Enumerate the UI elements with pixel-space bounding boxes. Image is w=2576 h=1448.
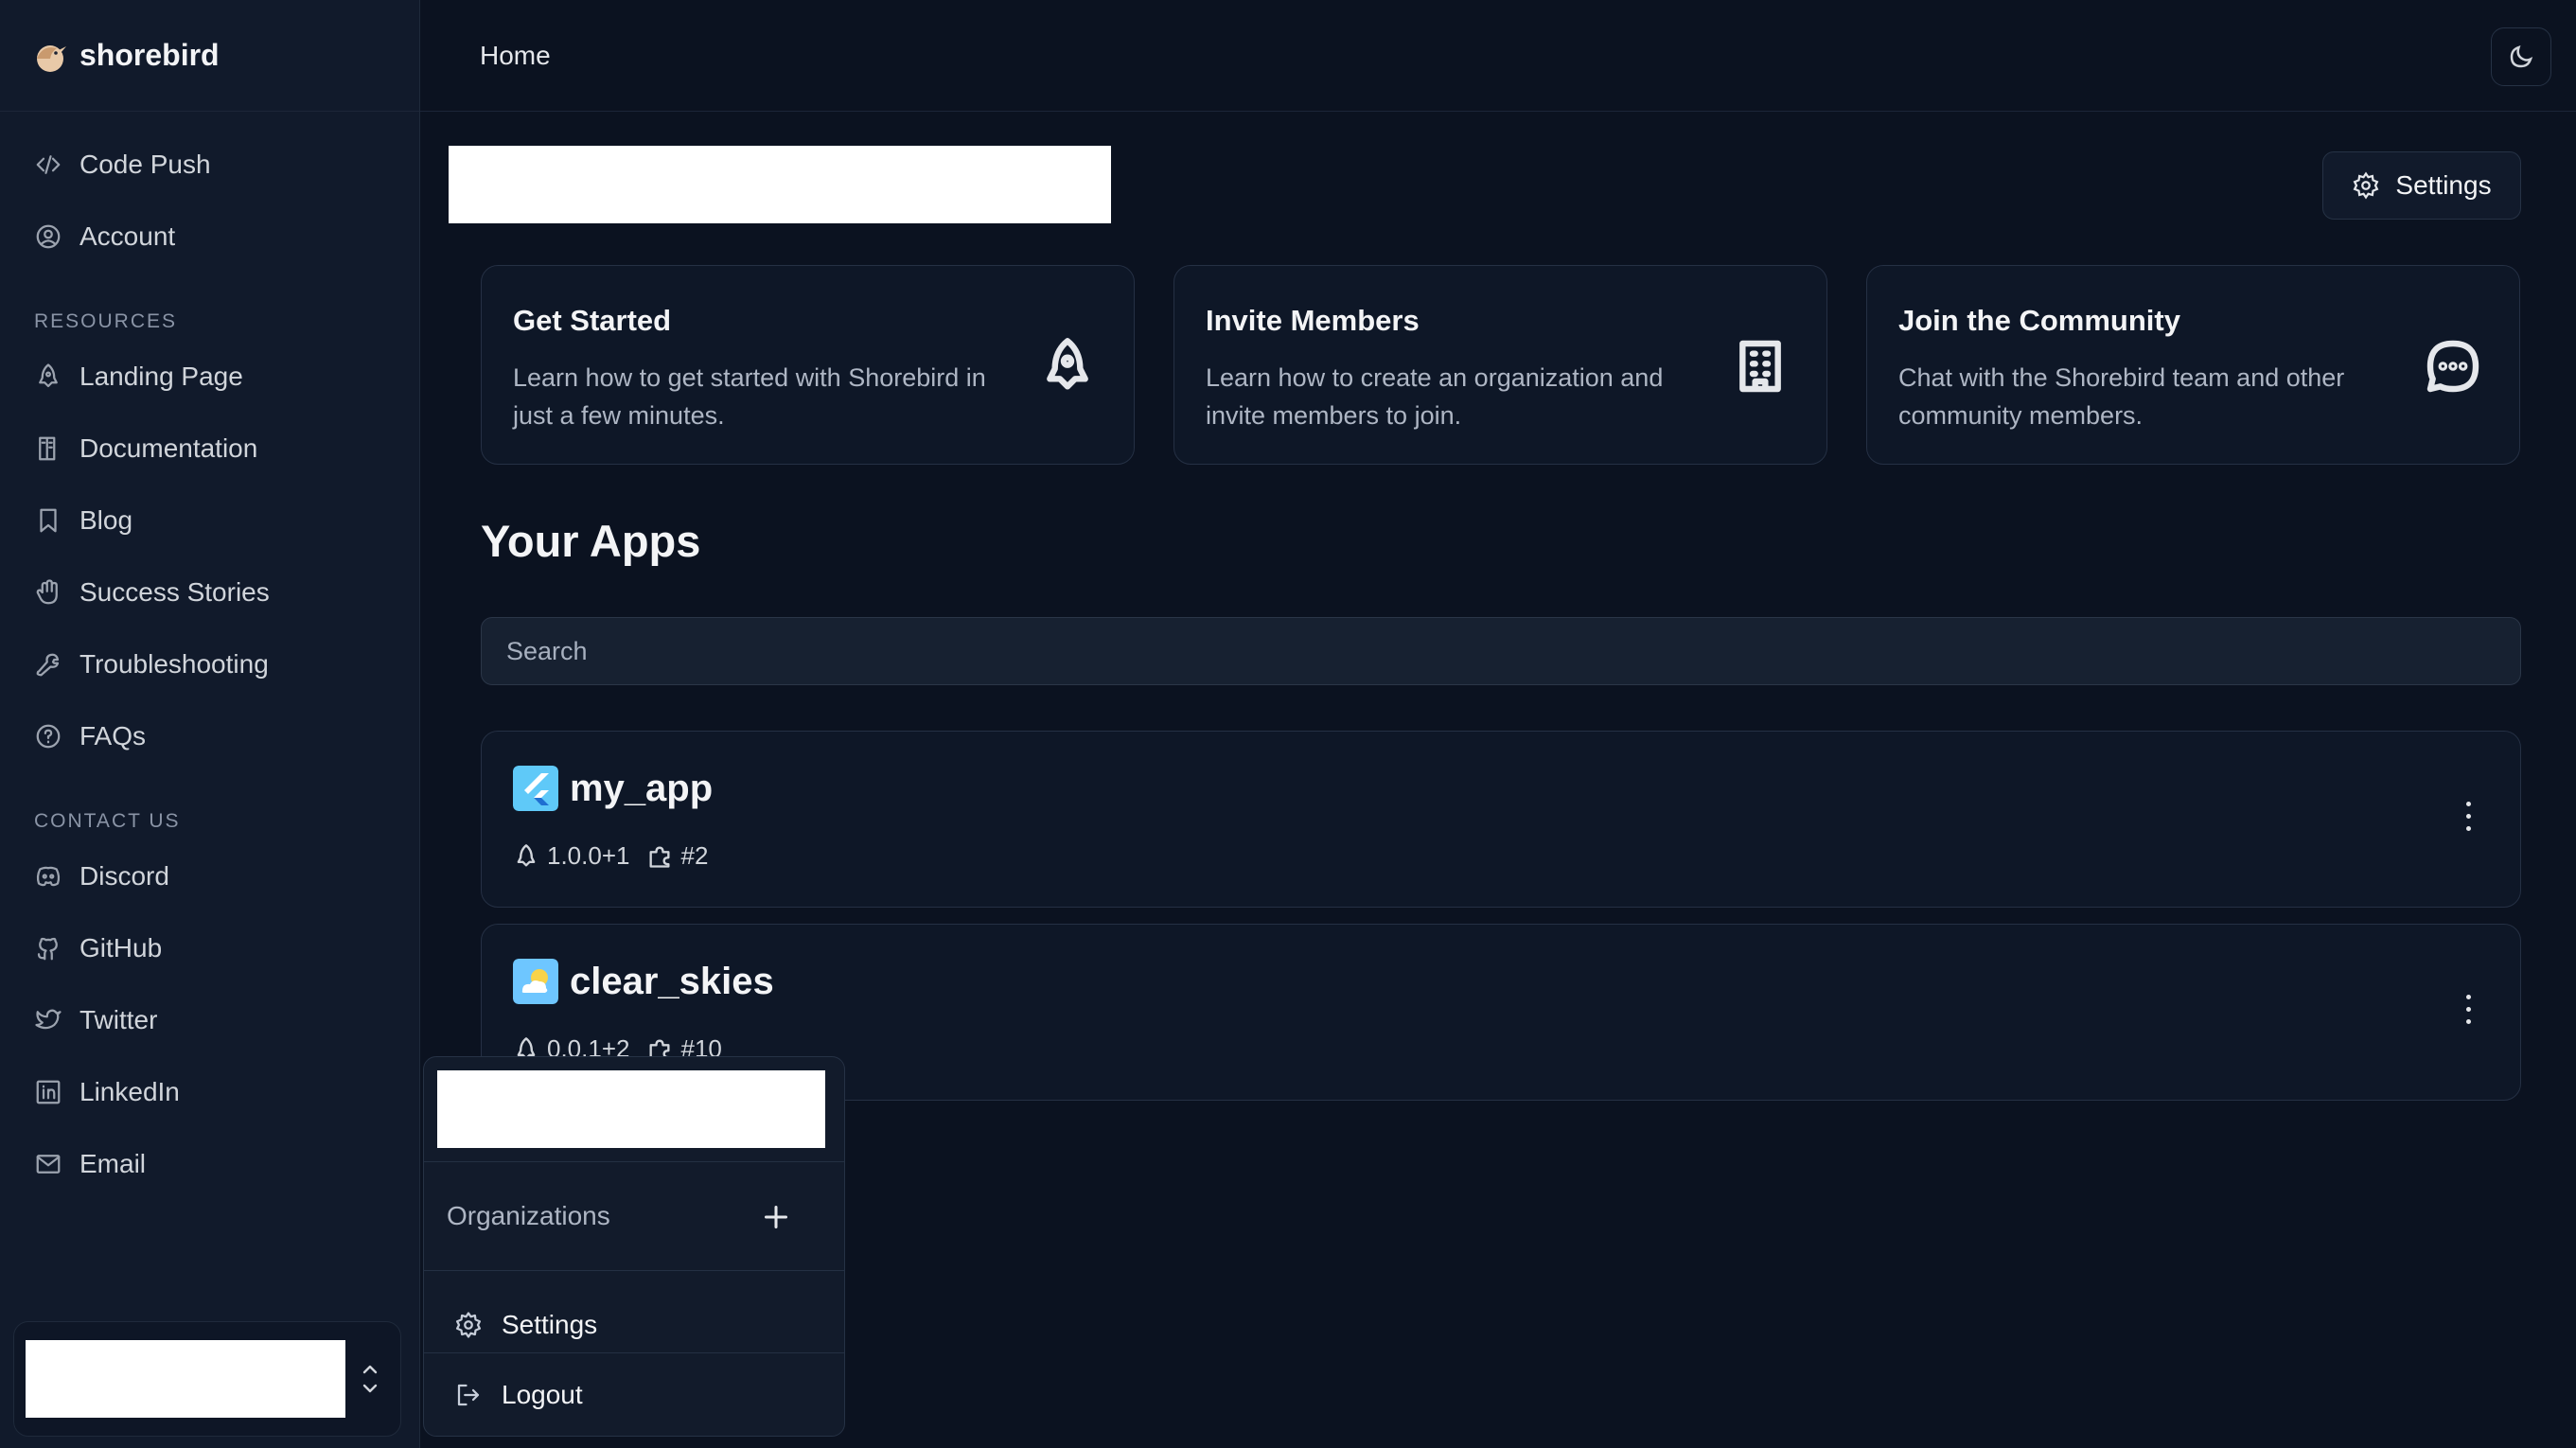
organizations-row[interactable]: Organizations <box>424 1161 844 1271</box>
menu-item-logout[interactable]: Logout <box>424 1352 844 1436</box>
account-menu: Organizations Settings Logout <box>423 1056 845 1437</box>
code-icon <box>36 155 61 174</box>
search-input[interactable] <box>481 617 2521 685</box>
app-header: clear_skies <box>513 959 774 1004</box>
patch-number: #2 <box>680 841 709 870</box>
flutter-app-icon <box>513 766 558 811</box>
discord-icon <box>36 866 61 887</box>
sidebar-item-code-push[interactable]: Code Push <box>0 129 419 201</box>
shorebird-logo-icon <box>37 44 66 72</box>
card-join-community[interactable]: Join the Community Chat with the Shorebi… <box>1866 265 2520 465</box>
card-description: Chat with the Shorebird team and other c… <box>1898 363 2345 430</box>
sidebar-item-blog[interactable]: Blog <box>0 485 419 556</box>
theme-toggle-button[interactable] <box>2491 27 2551 86</box>
more-options-icon[interactable] <box>2463 802 2473 836</box>
apps-title: Your Apps <box>481 516 701 566</box>
sidebar-item-label: Discord <box>79 861 169 891</box>
account-icon <box>36 224 61 249</box>
wrench-icon <box>36 653 60 677</box>
menu-item-label: Logout <box>502 1380 583 1409</box>
redacted-org-name <box>26 1340 345 1418</box>
sidebar-item-label: GitHub <box>79 933 163 962</box>
bookmark-icon <box>40 508 57 533</box>
settings-button[interactable]: Settings <box>2322 151 2521 220</box>
sidebar-item-label: Blog <box>79 505 133 535</box>
sidebar-item-linkedin[interactable]: LinkedIn <box>0 1056 419 1128</box>
sidebar-item-label: Account <box>79 221 176 251</box>
mail-icon <box>36 1155 61 1174</box>
card-description: Learn how to create an organization and … <box>1206 363 1664 430</box>
sidebar-item-label: Documentation <box>79 433 258 463</box>
sidebar-item-faqs[interactable]: FAQs <box>0 700 419 772</box>
card-title: Get Started <box>513 304 672 337</box>
gear-icon <box>456 1312 481 1338</box>
card-title: Invite Members <box>1206 304 1420 337</box>
sidebar-item-label: Twitter <box>79 1005 158 1034</box>
org-switcher[interactable] <box>13 1321 401 1437</box>
chevron-up-down-icon <box>362 1365 378 1393</box>
chat-icon <box>2426 340 2479 393</box>
sidebar-item-account[interactable]: Account <box>0 201 419 273</box>
redacted-user-name <box>437 1070 825 1148</box>
card-title: Join the Community <box>1898 304 2180 337</box>
sidebar-nav: Code Push Account RESOURCES Landing Page… <box>0 112 419 1200</box>
sidebar-item-label: Code Push <box>79 150 211 179</box>
sidebar-item-label: Email <box>79 1149 147 1178</box>
sidebar-item-landing-page[interactable]: Landing Page <box>0 341 419 413</box>
app-name: my_app <box>570 767 714 809</box>
sidebar-item-label: Success Stories <box>79 577 270 607</box>
sidebar-item-github[interactable]: GitHub <box>0 912 419 984</box>
app-header: my_app <box>513 766 713 811</box>
sidebar-item-documentation[interactable]: Documentation <box>0 413 419 485</box>
sidebar-section-resources: RESOURCES <box>34 310 178 332</box>
brand[interactable]: shorebird <box>0 0 419 112</box>
gear-icon <box>2353 171 2379 200</box>
book-icon <box>39 436 56 461</box>
sidebar-item-label: FAQs <box>79 721 147 750</box>
more-options-icon[interactable] <box>2463 995 2473 1029</box>
app-meta: 1.0.0+1 #2 <box>513 841 708 871</box>
menu-item-label: Settings <box>502 1310 598 1339</box>
patch-icon <box>649 846 670 868</box>
rocket-icon <box>1047 338 1088 390</box>
logout-icon <box>457 1384 480 1406</box>
release-version: 1.0.0+1 <box>547 841 630 870</box>
rocket-icon <box>39 363 58 388</box>
plus-icon[interactable] <box>763 1204 789 1230</box>
sidebar-section-contact: CONTACT US <box>34 810 181 832</box>
linkedin-icon <box>36 1080 61 1104</box>
breadcrumb[interactable]: Home <box>480 41 551 71</box>
organizations-label: Organizations <box>447 1201 610 1230</box>
sidebar-item-discord[interactable]: Discord <box>0 840 419 912</box>
question-icon <box>36 724 61 749</box>
hand-icon <box>36 579 58 605</box>
github-icon <box>37 937 58 961</box>
card-get-started[interactable]: Get Started Learn how to get started wit… <box>481 265 1135 465</box>
building-icon <box>1739 340 1781 393</box>
top-bar: Home <box>420 0 2576 112</box>
weather-app-icon <box>513 959 558 1004</box>
brand-name: shorebird <box>79 38 220 72</box>
rocket-icon <box>517 843 536 866</box>
settings-button-label: Settings <box>2395 170 2492 200</box>
card-description: Learn how to get started with Shorebird … <box>513 363 986 430</box>
twitter-icon <box>35 1009 62 1030</box>
sidebar-item-success-stories[interactable]: Success Stories <box>0 556 419 628</box>
app-name: clear_skies <box>570 960 774 1002</box>
card-invite-members[interactable]: Invite Members Learn how to create an or… <box>1173 265 1827 465</box>
moon-icon <box>2510 45 2533 68</box>
sidebar-item-twitter[interactable]: Twitter <box>0 984 419 1056</box>
redacted-org-title <box>449 146 1111 223</box>
sidebar-item-troubleshooting[interactable]: Troubleshooting <box>0 628 419 700</box>
sidebar-item-label: LinkedIn <box>79 1077 180 1106</box>
sidebar: shorebird Code Push Account RESOURCES La… <box>0 0 420 1448</box>
app-card-my-app[interactable]: my_app 1.0.0+1 #2 <box>481 731 2521 908</box>
sidebar-item-label: Landing Page <box>79 362 243 391</box>
sidebar-item-label: Troubleshooting <box>79 649 269 679</box>
sidebar-item-email[interactable]: Email <box>0 1128 419 1200</box>
